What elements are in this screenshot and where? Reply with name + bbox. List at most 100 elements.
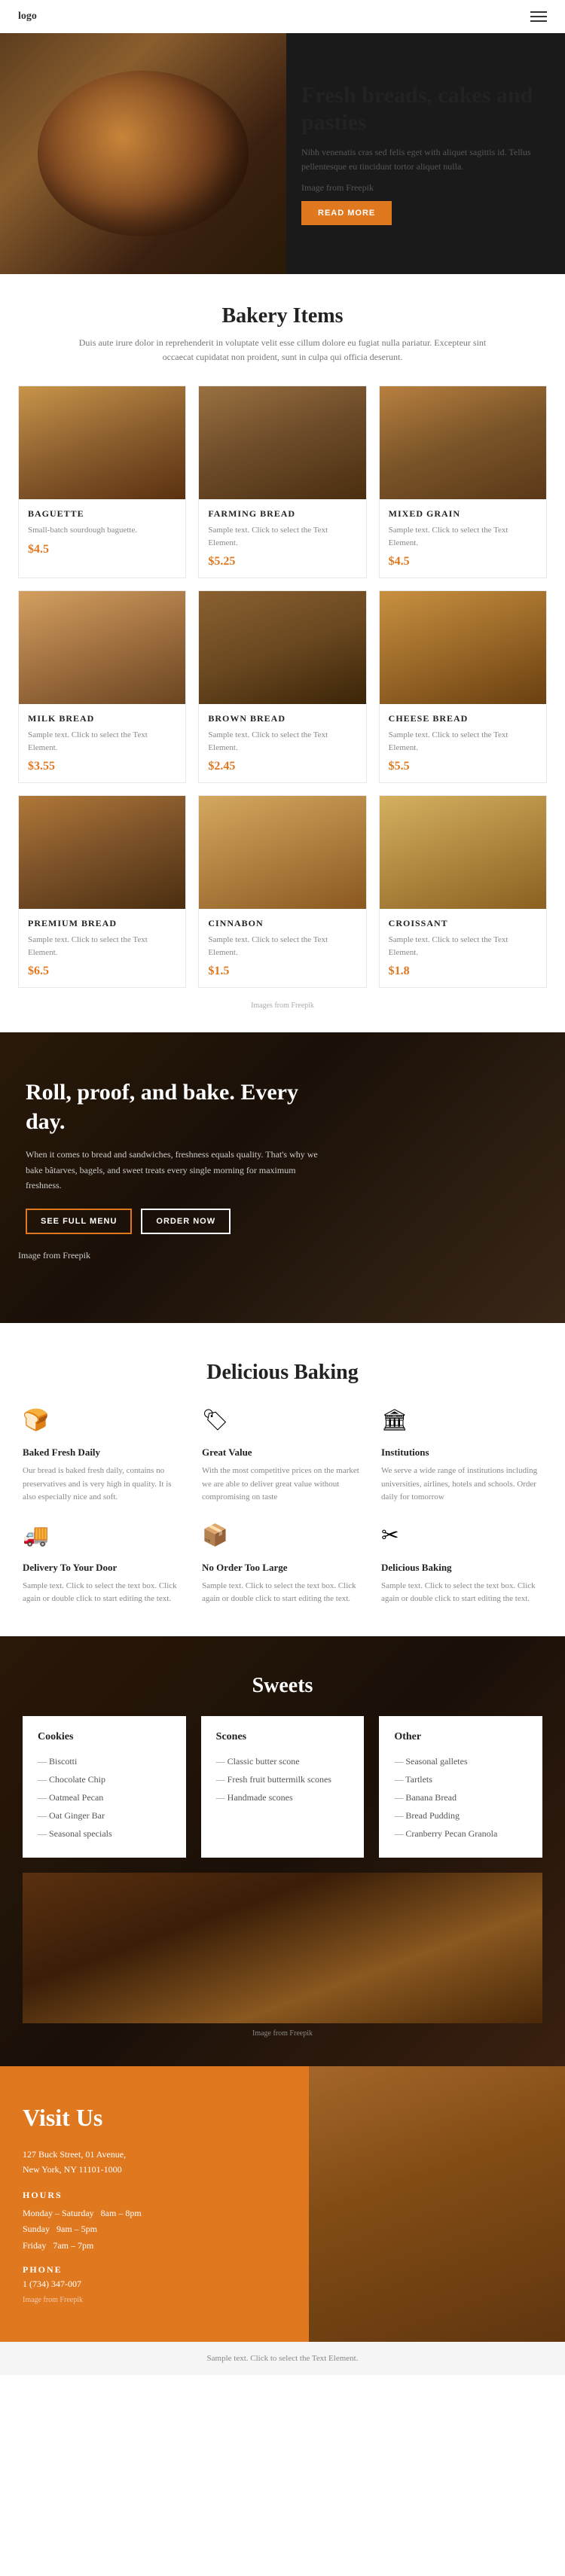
item-card-croissant: CROISSANT Sample text. Click to select t… (379, 795, 547, 988)
list-item: Seasonal specials (38, 1825, 171, 1843)
delivery-icon (23, 1523, 53, 1553)
hours-row: Monday – Saturday 8am – 8pm (23, 2206, 279, 2222)
feature-title: Delicious Baking (381, 1562, 542, 1574)
sweets-card-cookies: Cookies Biscotti Chocolate Chip Oatmeal … (23, 1716, 186, 1858)
feature-desc: Sample text. Click to select the text bo… (23, 1580, 184, 1606)
sweets-card-other: Other Seasonal galletes Tartlets Banana … (379, 1716, 542, 1858)
list-item: Fresh fruit buttermilk scones (216, 1770, 350, 1788)
item-price: $5.25 (208, 555, 356, 569)
order-now-button[interactable]: ORDER NOW (141, 1209, 231, 1234)
list-item: Oat Ginger Bar (38, 1806, 171, 1825)
item-card-mixed: MIXED GRAIN Sample text. Click to select… (379, 386, 547, 578)
sweets-scones-heading: Scones (216, 1731, 350, 1743)
item-card-brown: BROWN BREAD Sample text. Click to select… (198, 590, 366, 783)
sweets-section: Sweets Cookies Biscotti Chocolate Chip O… (0, 1636, 565, 2066)
bake-banner-credit: Image from Freepik (18, 1248, 547, 1263)
item-name: MILK BREAD (28, 713, 176, 724)
item-price: $4.5 (389, 555, 537, 569)
bake-banner-desc: When it comes to bread and sandwiches, f… (26, 1147, 319, 1193)
item-price: $1.8 (389, 965, 537, 978)
sweets-scones-list: Classic butter scone Fresh fruit butterm… (216, 1752, 350, 1806)
bakery-items-section: Bakery Items Duis aute irure dolor in re… (0, 274, 565, 1032)
box-icon (202, 1523, 232, 1553)
item-image-cheese (380, 591, 546, 704)
institution-icon (381, 1407, 411, 1437)
see-full-menu-button[interactable]: SEE FULL MENU (26, 1209, 132, 1234)
visit-phone: 1 (734) 347-007 (23, 2279, 279, 2290)
sweets-grid: Cookies Biscotti Chocolate Chip Oatmeal … (23, 1716, 542, 1858)
bakery-items-title: Bakery Items (18, 304, 547, 328)
feature-great-value: Great Value With the most competitive pr… (202, 1407, 363, 1504)
item-name: FARMING BREAD (208, 508, 356, 520)
phone-label: PHONE (23, 2264, 279, 2276)
feature-title: Great Value (202, 1447, 363, 1459)
list-item: Bread Pudding (394, 1806, 527, 1825)
item-card-premium: PREMIUM BREAD Sample text. Click to sele… (18, 795, 186, 988)
hero-section: Fresh breads, cakes and pasties Nibh ven… (0, 33, 565, 274)
item-card-cinnabon: CINNABON Sample text. Click to select th… (198, 795, 366, 988)
feature-desc: We serve a wide range of institutions in… (381, 1465, 542, 1504)
visit-section: Visit Us 127 Buck Street, 01 Avenue, New… (0, 2066, 565, 2343)
item-desc: Sample text. Click to select the Text El… (389, 524, 537, 549)
item-price: $2.45 (208, 760, 356, 773)
item-price: $4.5 (28, 543, 176, 556)
item-card-baguette: BAGUETTE Small-batch sourdough baguette.… (18, 386, 186, 578)
visit-image-credit: Image from Freepik (23, 2296, 279, 2304)
item-image-mixed (380, 386, 546, 499)
hours-label: HOURS (23, 2190, 279, 2201)
feature-delicious-baking: Delicious Baking Sample text. Click to s… (381, 1523, 542, 1606)
item-price: $6.5 (28, 965, 176, 978)
visit-bg-bread (309, 2066, 565, 2343)
items-image-credit: Images from Freepik (18, 1001, 547, 1010)
hamburger-menu[interactable] (530, 11, 547, 22)
items-grid: BAGUETTE Small-batch sourdough baguette.… (18, 386, 547, 988)
feature-title: Delivery To Your Door (23, 1562, 184, 1574)
item-name: BROWN BREAD (208, 713, 356, 724)
hero-bread (38, 71, 249, 236)
item-name: CINNABON (208, 918, 356, 929)
feature-title: No Order Too Large (202, 1562, 363, 1574)
feature-desc: With the most competitive prices on the … (202, 1465, 363, 1504)
visit-address: 127 Buck Street, 01 Avenue, New York, NY… (23, 2147, 279, 2178)
item-desc: Sample text. Click to select the Text El… (208, 524, 356, 549)
hero-image-credit: Image from Freepik (301, 181, 542, 195)
feature-baked-fresh: Baked Fresh Daily Our bread is baked fre… (23, 1407, 184, 1504)
feature-desc: Our bread is baked fresh daily, contains… (23, 1465, 184, 1504)
delicious-title: Delicious Baking (23, 1361, 542, 1385)
item-image-brown (199, 591, 365, 704)
hero-content: Fresh breads, cakes and pasties Nibh ven… (286, 59, 565, 248)
item-card-cheese: CHEESE BREAD Sample text. Click to selec… (379, 590, 547, 783)
list-item: Seasonal galletes (394, 1752, 527, 1770)
bakery-items-subtitle: Duis aute irure dolor in reprehenderit i… (72, 336, 493, 364)
item-desc: Sample text. Click to select the Text El… (389, 729, 537, 754)
list-item: Chocolate Chip (38, 1770, 171, 1788)
feature-desc: Sample text. Click to select the text bo… (202, 1580, 363, 1606)
sweets-card-scones: Scones Classic butter scone Fresh fruit … (201, 1716, 365, 1858)
item-image-farming (199, 386, 365, 499)
list-item: Classic butter scone (216, 1752, 350, 1770)
bake-buttons: SEE FULL MENU ORDER NOW (26, 1209, 319, 1234)
list-item: Oatmeal Pecan (38, 1788, 171, 1806)
item-desc: Sample text. Click to select the Text El… (28, 934, 176, 959)
hero-title: Fresh breads, cakes and pasties (301, 82, 542, 136)
features-grid: Baked Fresh Daily Our bread is baked fre… (23, 1407, 542, 1606)
logo: logo (18, 11, 37, 23)
hours-row: Sunday 9am – 5pm (23, 2221, 279, 2238)
baking-icon (381, 1523, 411, 1553)
hours-row: Friday 7am – 7pm (23, 2238, 279, 2254)
item-name: PREMIUM BREAD (28, 918, 176, 929)
bread-icon (23, 1407, 53, 1437)
list-item: Banana Bread (394, 1788, 527, 1806)
feature-desc: Sample text. Click to select the text bo… (381, 1580, 542, 1606)
list-item: Tartlets (394, 1770, 527, 1788)
feature-no-order-large: No Order Too Large Sample text. Click to… (202, 1523, 363, 1606)
item-image-baguette (19, 386, 185, 499)
list-item: Biscotti (38, 1752, 171, 1770)
sweets-other-list: Seasonal galletes Tartlets Banana Bread … (394, 1752, 527, 1843)
sweets-image-credit: Image from Freepik (23, 2023, 542, 2044)
item-name: CROISSANT (389, 918, 537, 929)
read-more-button[interactable]: READ MORE (301, 201, 392, 225)
item-image-cinnabon (199, 796, 365, 909)
bake-banner-section: Roll, proof, and bake. Every day. When i… (0, 1032, 565, 1323)
feature-delivery: Delivery To Your Door Sample text. Click… (23, 1523, 184, 1606)
